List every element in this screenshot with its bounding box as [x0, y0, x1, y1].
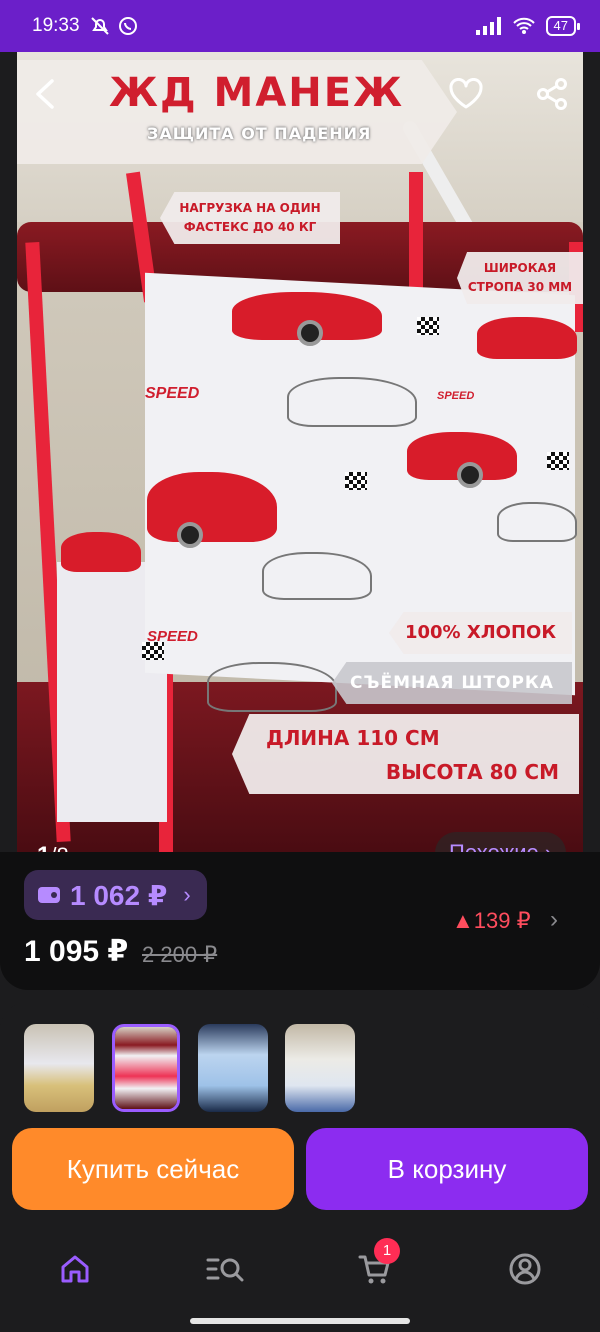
photo-speed-logo: SPEED [147, 628, 198, 645]
price-change[interactable]: ▲139 ₽ [452, 908, 531, 934]
tag-length: ДЛИНА 110 СМ [266, 726, 440, 750]
catalog-search-icon [206, 1258, 244, 1282]
nav-profile[interactable] [500, 1244, 550, 1294]
photo-speed-logo: SPEED [145, 385, 200, 402]
profile-icon [509, 1253, 541, 1285]
favorite-button[interactable] [441, 72, 491, 116]
status-time: 19:33 [32, 15, 80, 36]
photo-speed-logo: SPEED [437, 390, 475, 402]
thumbnail[interactable] [285, 1024, 355, 1112]
photo-car-outline [262, 552, 372, 600]
share-icon [537, 78, 567, 110]
price-panel: 1 062 ₽ › 1 095 ₽ 2 200 ₽ ▲139 ₽ › [0, 852, 600, 990]
tag-strap-line1: ШИРОКАЯ [483, 261, 557, 275]
cart-badge: 1 [374, 1238, 400, 1264]
whatsapp-icon [118, 17, 137, 35]
wallet-price: 1 062 ₽ [70, 879, 168, 911]
heart-icon [449, 78, 483, 109]
nav-catalog[interactable] [200, 1244, 250, 1294]
tag-load: НАГРУЗКА НА ОДИН ФАСТЕКС ДО 40 КГ [160, 192, 340, 244]
product-image[interactable]: SPEED SPEED SPEED ЖД МАНЕЖ ЗАЩИТА ОТ ПАД… [17, 52, 583, 852]
tag-strap-line2: СТРОПА 30 ММ [467, 280, 573, 294]
image-subtitle: ЗАЩИТА ОТ ПАДЕНИЯ [147, 124, 372, 143]
photo-checkered-flag [417, 317, 439, 335]
thumbnail-selected[interactable] [112, 1024, 180, 1112]
thumbnail-image [285, 1024, 355, 1112]
photo-checkered-flag [345, 472, 367, 490]
tag-load-line1: НАГРУЗКА НА ОДИН [179, 201, 321, 215]
photo-wheel [297, 320, 323, 346]
buy-now-button[interactable]: Купить сейчас [12, 1128, 294, 1210]
photo-car-outline [207, 662, 337, 712]
old-price: 2 200 ₽ [142, 942, 218, 967]
tag-height: ВЫСОТА 80 СМ [385, 760, 559, 784]
nav-home[interactable] [50, 1244, 100, 1294]
wallet-icon [38, 887, 60, 903]
photo-checkered-flag [547, 452, 569, 470]
tag-load-line2: ФАСТЕКС ДО 40 КГ [183, 220, 317, 234]
photo-car [61, 532, 141, 572]
current-price: 1 095 ₽ [24, 935, 129, 968]
tag-dimensions: ДЛИНА 110 СМ ВЫСОТА 80 СМ [232, 714, 579, 794]
thumbnail-image [198, 1024, 268, 1112]
battery-indicator: 47 [545, 16, 581, 36]
photo-wheel [457, 462, 483, 488]
image-counter: 1/8 [37, 842, 69, 852]
bottom-nav: 1 [0, 1230, 600, 1310]
bell-muted-icon [90, 17, 109, 35]
tag-strap: ШИРОКАЯ СТРОПА 30 ММ [457, 252, 583, 304]
similar-button[interactable]: Похожие › [435, 832, 567, 852]
image-counter-current: 1 [37, 842, 50, 852]
photo-strap [409, 172, 423, 302]
thumbnail-image [115, 1027, 177, 1109]
photo-car-outline [497, 502, 577, 542]
chevron-right-icon: › [183, 882, 191, 907]
home-indicator[interactable] [190, 1318, 410, 1324]
share-button[interactable] [527, 72, 577, 116]
back-button[interactable] [23, 72, 67, 116]
status-bar: 19:33 47 [0, 0, 600, 52]
tag-cotton: 100% ХЛОПОК [389, 612, 572, 654]
chevron-left-icon [36, 79, 54, 109]
nav-cart[interactable]: 1 [350, 1238, 400, 1294]
thumbnail-image [24, 1024, 94, 1112]
wallet-price-button[interactable]: 1 062 ₽ › [24, 870, 207, 920]
wifi-icon [512, 17, 535, 34]
signal-icon [475, 17, 501, 35]
photo-car [147, 472, 277, 542]
photo-wheel [177, 522, 203, 548]
photo-car-outline [287, 377, 417, 427]
photo-car [477, 317, 577, 359]
thumbnail[interactable] [24, 1024, 94, 1112]
image-counter-total: 8 [56, 843, 68, 852]
image-title: ЖД МАНЕЖ [109, 70, 405, 116]
chevron-right-icon[interactable]: › [550, 906, 558, 934]
thumbnail[interactable] [198, 1024, 268, 1112]
add-to-cart-button[interactable]: В корзину [306, 1128, 588, 1210]
tag-removable: СЪЁМНАЯ ШТОРКА [332, 662, 572, 704]
home-icon [61, 1255, 89, 1283]
